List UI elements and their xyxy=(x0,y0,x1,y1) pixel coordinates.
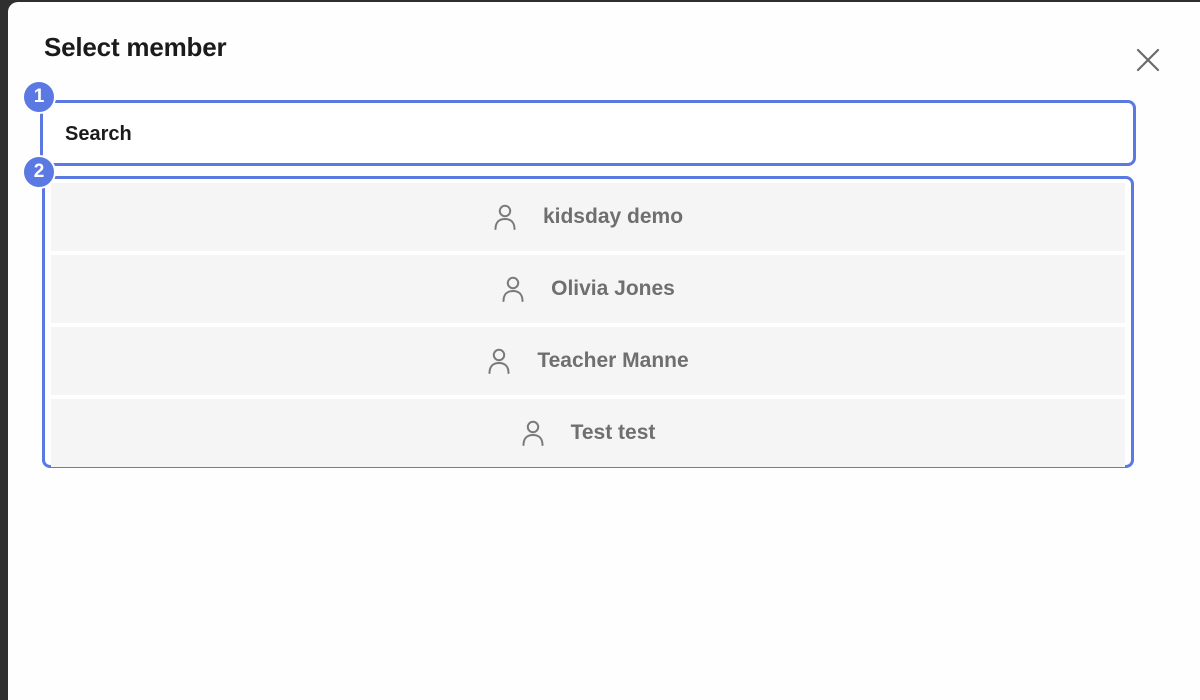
user-icon xyxy=(521,419,545,447)
close-button[interactable] xyxy=(1132,44,1164,76)
member-list: kidsday demo Olivia Jones Teacher Manne xyxy=(42,176,1134,468)
annotation-badge-2: 2 xyxy=(22,155,56,189)
member-item-kidsday-demo[interactable]: kidsday demo xyxy=(51,183,1125,251)
user-icon xyxy=(487,347,511,375)
search-input[interactable] xyxy=(63,103,1107,165)
dialog-title: Select member xyxy=(44,32,227,62)
member-item-olivia-jones[interactable]: Olivia Jones xyxy=(51,255,1125,323)
member-item-test-test[interactable]: Test test xyxy=(51,399,1125,467)
member-name: Olivia Jones xyxy=(551,277,675,300)
member-item-teacher-manne[interactable]: Teacher Manne xyxy=(51,327,1125,395)
close-icon xyxy=(1132,44,1164,76)
select-member-dialog: Select member kidsday demo xyxy=(8,2,1200,700)
user-icon xyxy=(501,275,525,303)
member-name: kidsday demo xyxy=(542,205,684,228)
search-box xyxy=(40,100,1136,166)
user-icon xyxy=(493,203,517,231)
member-name: Test test xyxy=(570,421,656,444)
member-name: Teacher Manne xyxy=(537,349,689,372)
annotation-badge-1: 1 xyxy=(22,80,56,114)
